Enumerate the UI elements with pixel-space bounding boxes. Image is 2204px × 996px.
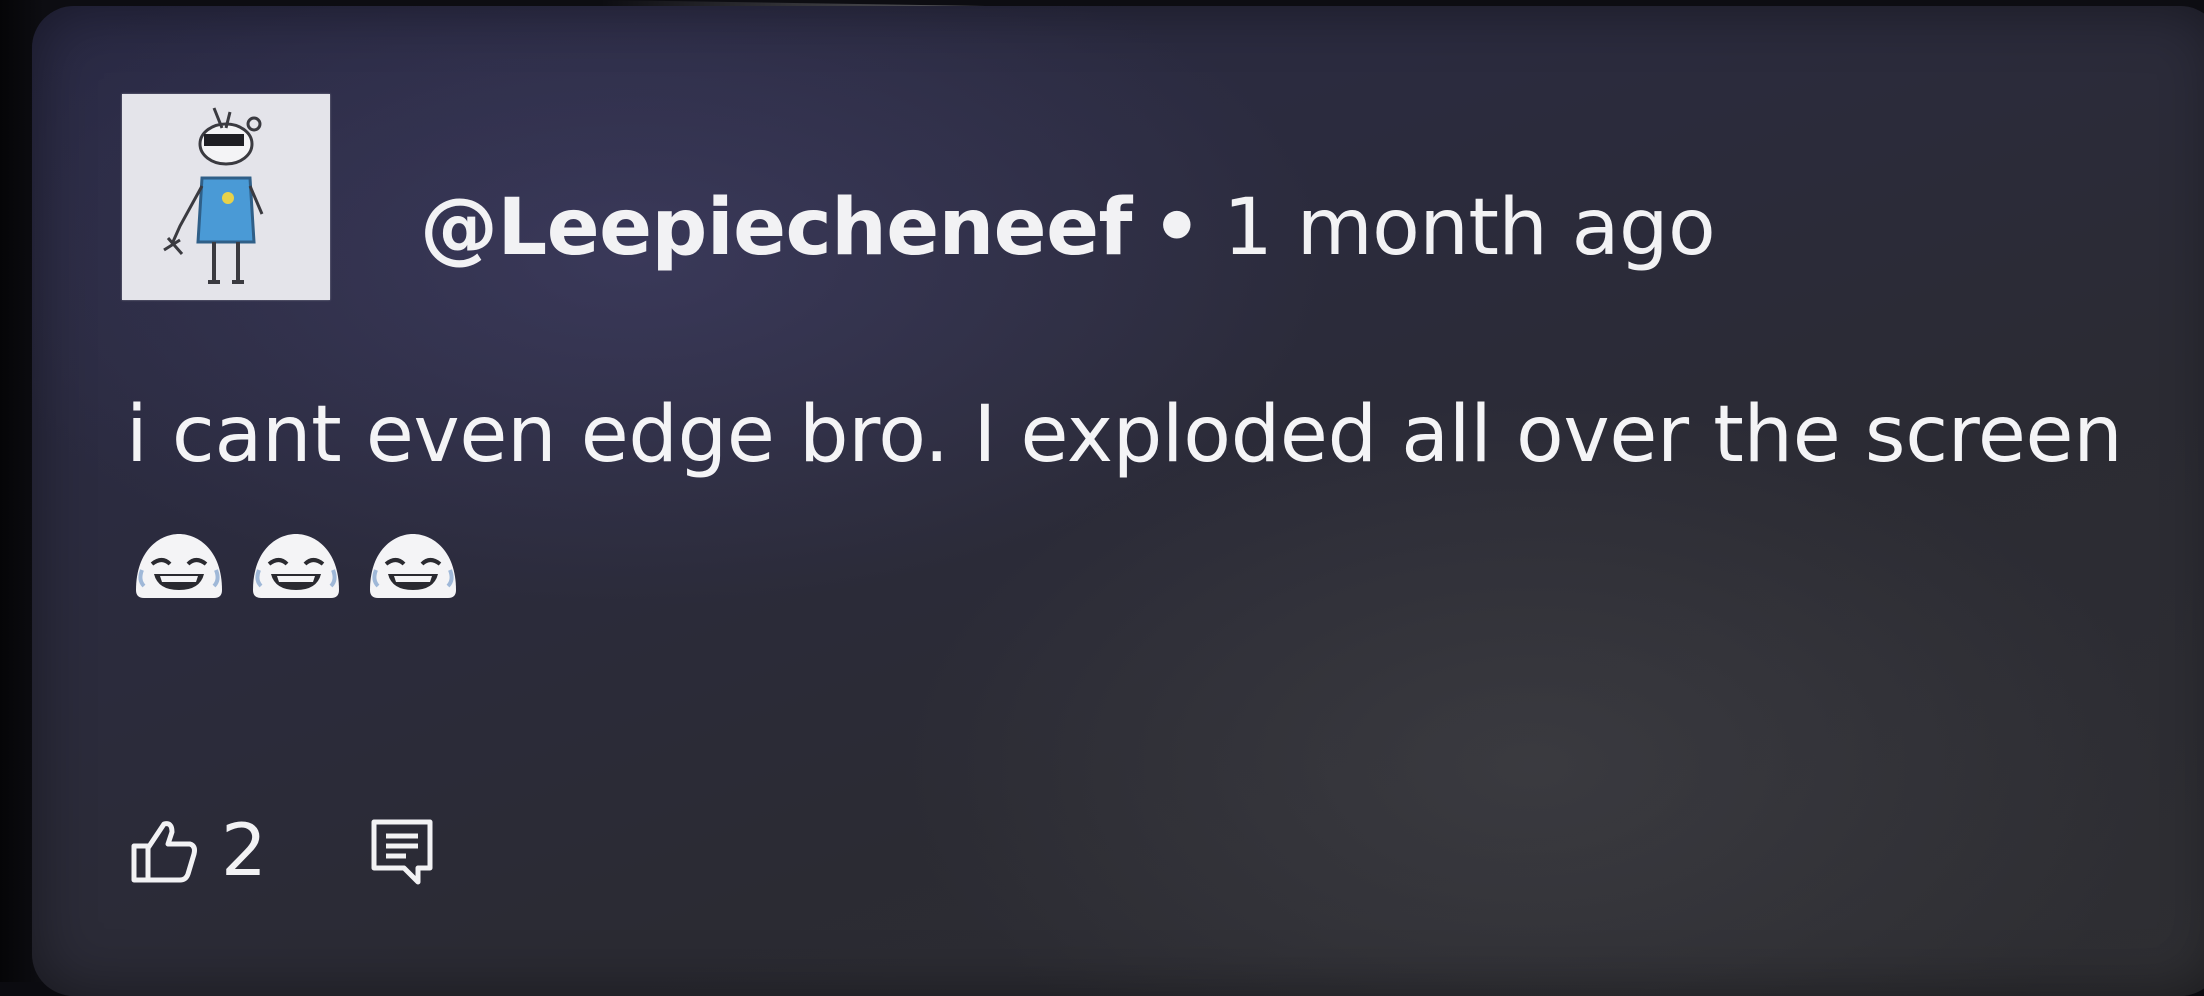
author-name[interactable]: @Leepiecheneef bbox=[420, 183, 1132, 273]
timestamp[interactable]: 1 month ago bbox=[1223, 183, 1715, 273]
separator-dot: • bbox=[1151, 183, 1202, 273]
laughing-face-emoji bbox=[253, 534, 340, 598]
avatar[interactable] bbox=[122, 94, 330, 300]
emoji-row bbox=[130, 530, 476, 610]
avatar-drawing bbox=[122, 94, 330, 300]
laughing-face-emoji bbox=[136, 534, 222, 598]
like-count: 2 bbox=[221, 808, 267, 892]
reply-button[interactable] bbox=[368, 816, 436, 888]
laughing-face-emoji bbox=[370, 534, 457, 598]
thumbs-up-icon bbox=[131, 821, 197, 883]
comment-text: i cant even edge bro. I exploded all ove… bbox=[126, 390, 2123, 480]
comment-header: @Leepiecheneef • 1 month ago bbox=[420, 178, 1716, 278]
like-button[interactable] bbox=[128, 816, 200, 886]
reply-comment-icon bbox=[371, 819, 433, 885]
comment-card bbox=[32, 6, 2204, 996]
